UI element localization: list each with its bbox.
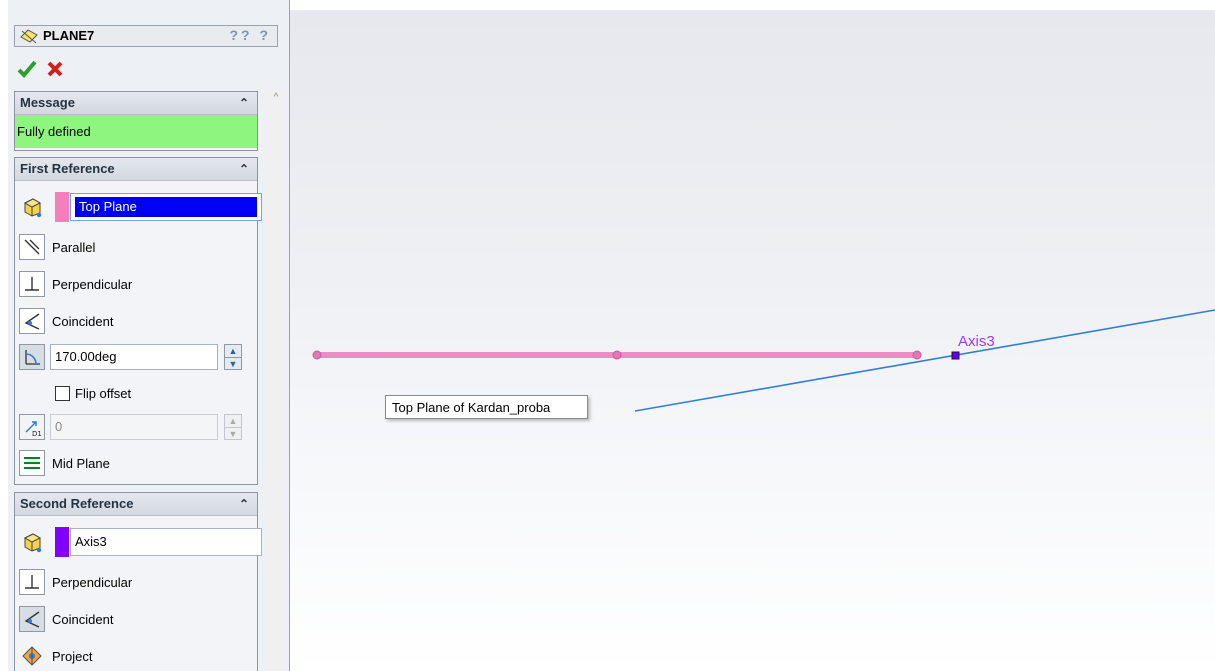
flip-offset-option[interactable]: Flip offset [55, 378, 131, 408]
property-manager-panel: PLANE7 ?? ? ^ Message ⌃ Fully defined Fi… [8, 0, 290, 671]
mid-plane-icon[interactable] [19, 450, 45, 476]
collapse-icon[interactable]: ⌃ [239, 493, 249, 515]
instances-row: D1 0 ▲ ▼ [19, 412, 242, 442]
angle-icon[interactable] [19, 344, 45, 370]
flip-offset-checkbox[interactable] [55, 385, 70, 401]
reference-cube-icon [19, 529, 45, 555]
ok-check-icon[interactable] [16, 58, 38, 80]
viewport-top-strip [290, 0, 1215, 10]
help-icon[interactable]: ?? ? [229, 27, 271, 43]
feature-title: PLANE7 [43, 28, 95, 43]
spin-down-icon[interactable]: ▼ [225, 428, 241, 440]
hover-tooltip: Top Plane of Kardan_proba [385, 395, 588, 419]
message-header[interactable]: Message ⌃ [15, 92, 257, 115]
first-reference-selection-box[interactable]: Top Plane [70, 193, 262, 221]
ok-cancel-bar [16, 56, 66, 82]
panel-scrollbar[interactable]: ^ [266, 90, 286, 671]
svg-text:D1: D1 [32, 430, 42, 438]
collapse-icon[interactable]: ⌃ [239, 92, 249, 114]
spin-up-icon[interactable]: ▲ [225, 415, 241, 428]
spin-down-icon[interactable]: ▼ [225, 358, 241, 370]
second-reference-header[interactable]: Second Reference ⌃ [15, 493, 257, 516]
reference-color-swatch [55, 527, 69, 557]
cancel-x-icon[interactable] [44, 58, 66, 80]
coincident-option[interactable]: Coincident [19, 306, 113, 336]
second-reference-box: Second Reference ⌃ Axis3 Perpendicular C… [14, 492, 262, 671]
first-reference-header[interactable]: First Reference ⌃ [15, 158, 257, 181]
collapse-icon[interactable]: ⌃ [239, 158, 249, 180]
axis3-label[interactable]: Axis3 [958, 333, 995, 350]
perpendicular-option-second[interactable]: Perpendicular [19, 567, 132, 597]
project-option[interactable]: Project [19, 641, 92, 671]
spin-up-icon[interactable]: ▲ [225, 345, 241, 358]
first-reference-box: First Reference ⌃ Top Plane Parallel Per… [14, 157, 262, 485]
angle-spinner[interactable]: ▲ ▼ [224, 344, 242, 370]
coincident-icon[interactable] [19, 308, 45, 334]
instances-spinner[interactable]: ▲ ▼ [224, 414, 242, 440]
perpendicular-icon[interactable] [19, 271, 45, 297]
instances-icon[interactable]: D1 [19, 414, 45, 440]
parallel-icon[interactable] [19, 234, 45, 260]
perpendicular-icon[interactable] [19, 569, 45, 595]
mid-plane-option[interactable]: Mid Plane [19, 448, 110, 478]
angle-row: 170.00deg ▲ ▼ [19, 342, 242, 372]
second-reference-selection-box[interactable]: Axis3 [70, 528, 262, 556]
reference-color-swatch [55, 192, 69, 222]
message-box: Message ⌃ Fully defined [14, 91, 258, 151]
second-reference-selection-row: Axis3 [19, 527, 262, 557]
parallel-option[interactable]: Parallel [19, 232, 95, 262]
property-manager-titlebar: PLANE7 ?? ? [14, 25, 278, 47]
first-reference-selection-row: Top Plane [19, 192, 262, 222]
coincident-icon[interactable] [19, 606, 45, 632]
instances-input[interactable]: 0 [50, 414, 218, 440]
perpendicular-option[interactable]: Perpendicular [19, 269, 132, 299]
angle-input[interactable]: 170.00deg [50, 344, 218, 370]
coincident-option-second[interactable]: Coincident [19, 604, 113, 634]
plane-icon [19, 27, 39, 48]
graphics-viewport[interactable] [290, 10, 1215, 671]
project-icon[interactable] [19, 643, 45, 669]
status-message: Fully defined [15, 115, 257, 148]
scroll-up-arrow-icon[interactable]: ^ [266, 90, 286, 106]
reference-cube-icon [19, 194, 45, 220]
